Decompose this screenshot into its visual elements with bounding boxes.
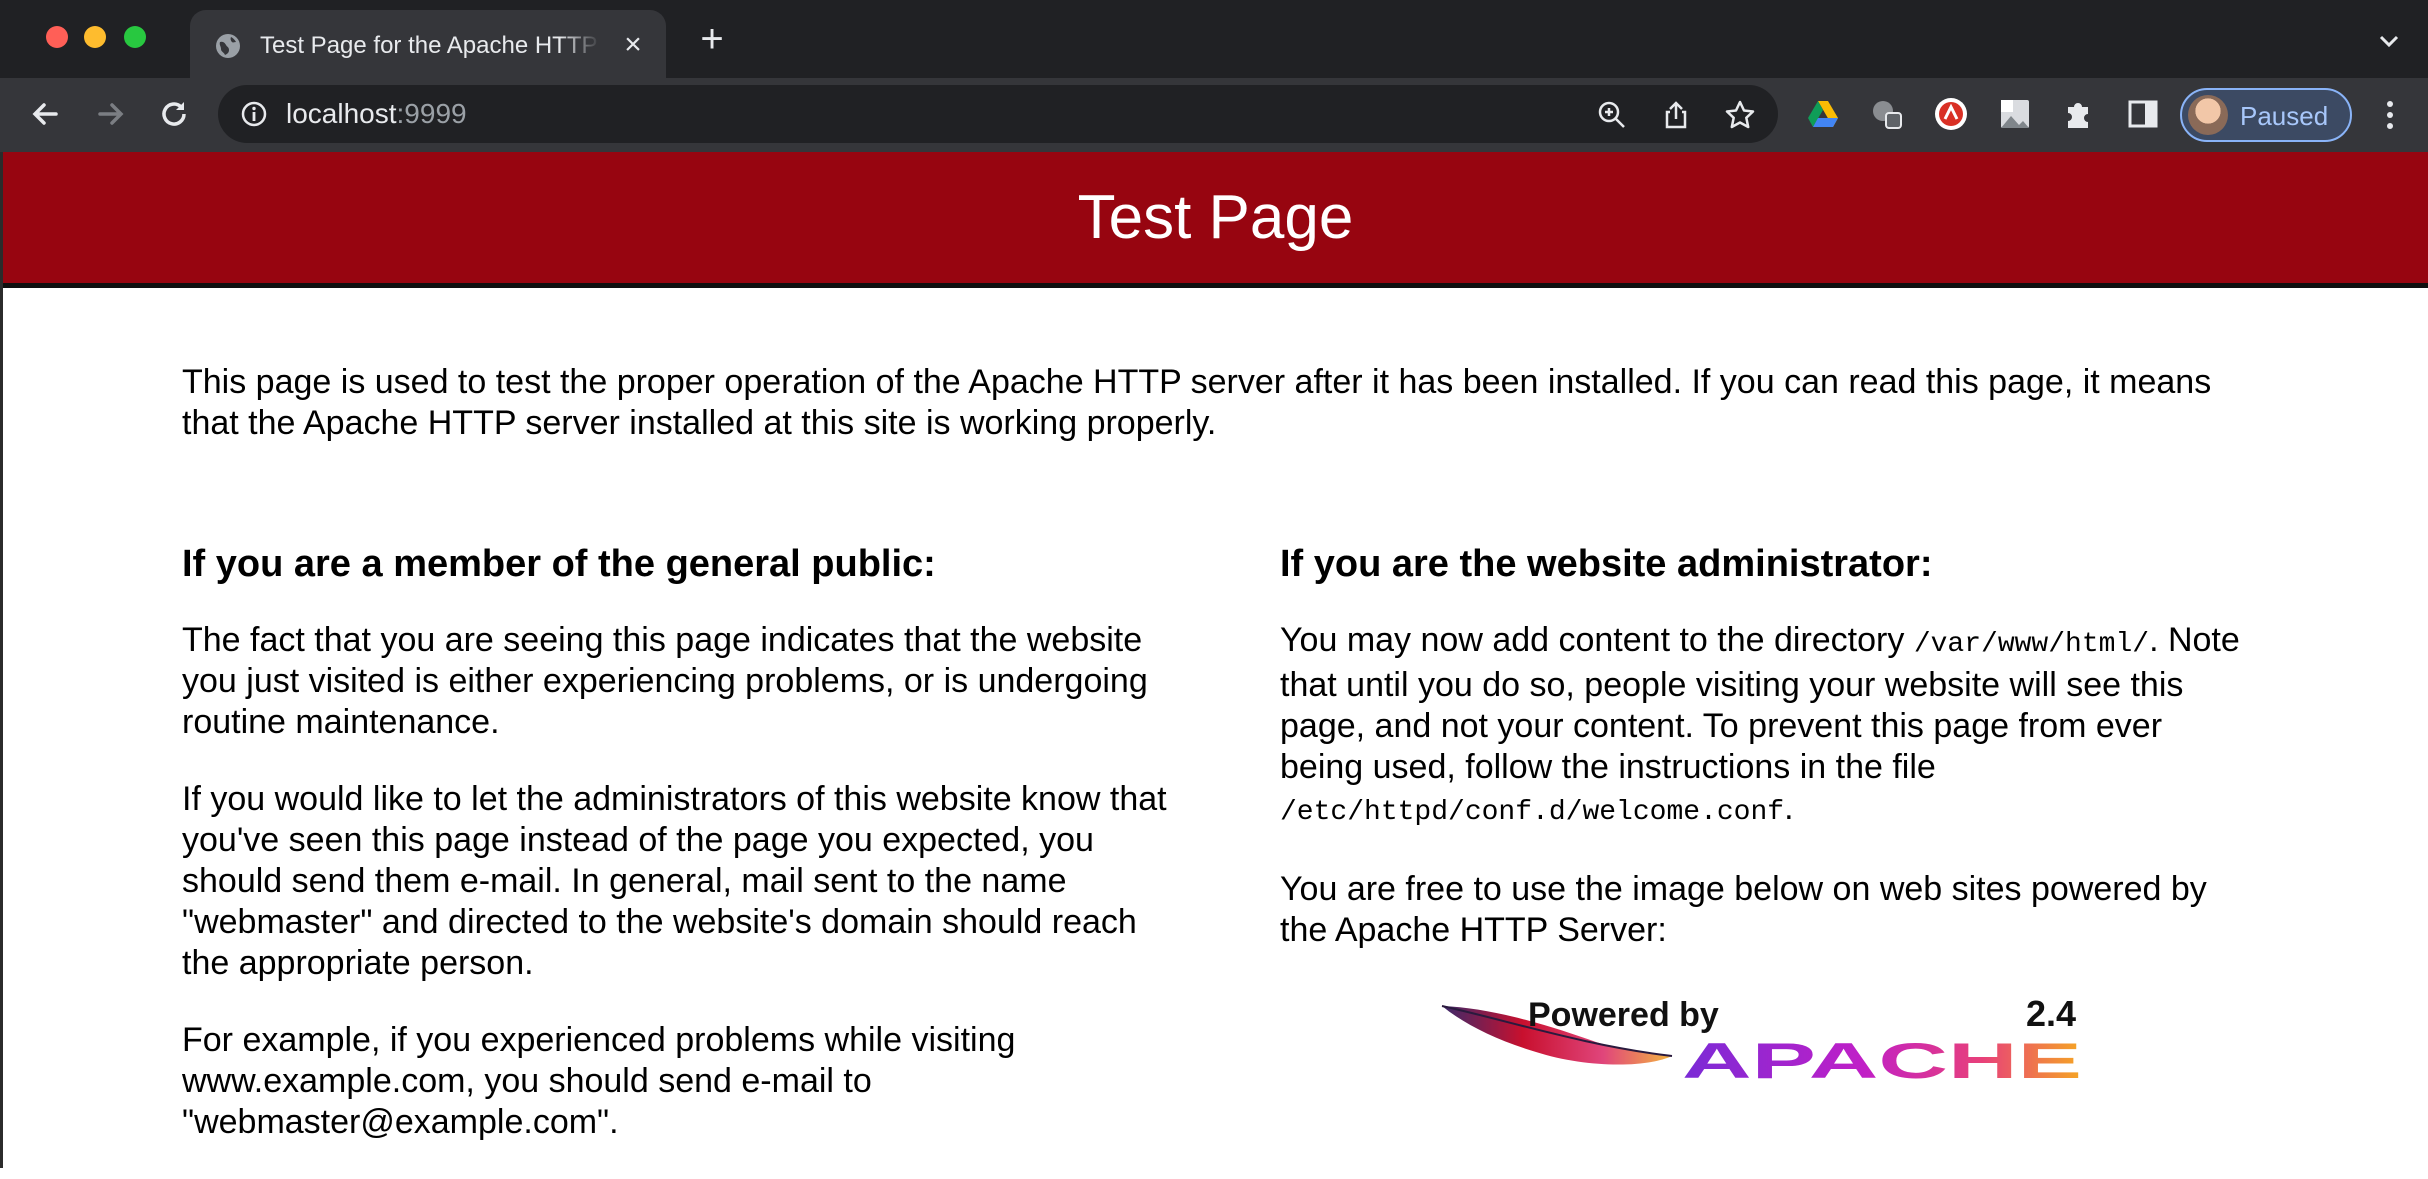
extensions-puzzle-icon[interactable] <box>2062 97 2096 131</box>
page-viewport: Test Page This page is used to test the … <box>0 152 2428 1168</box>
admin-paragraph-2: You are free to use the image below on w… <box>1280 870 2207 949</box>
public-paragraph-3: For example, if you experienced problems… <box>182 1021 1016 1141</box>
bookmark-star-icon[interactable] <box>1724 99 1756 131</box>
url-port: :9999 <box>396 98 467 129</box>
window-close-button[interactable] <box>46 26 68 48</box>
admin-section: If you are the website administrator: Yo… <box>1280 542 2240 987</box>
tab-active[interactable]: Test Page for the Apache HTTP Server × <box>190 10 666 78</box>
profile-status-label: Paused <box>2240 101 2329 131</box>
config-file-path: /etc/httpd/conf.d/welcome.conf <box>1280 797 1785 828</box>
avatar <box>2188 95 2228 135</box>
window-edge <box>0 152 3 1168</box>
more-menu-icon[interactable] <box>2380 96 2400 134</box>
page-title: Test Page <box>1077 183 1354 252</box>
logo-powered-by: Powered by <box>1528 996 1719 1034</box>
browser-toolbar: localhost:9999 Paused <box>0 78 2428 152</box>
profile-button[interactable]: Paused <box>2180 88 2352 142</box>
chevron-down-icon[interactable] <box>2374 26 2404 56</box>
tab-title: Test Page for the Apache HTTP Server <box>260 32 600 59</box>
url-text[interactable]: localhost:9999 <box>286 96 467 132</box>
extension-copy-icon[interactable] <box>1870 97 1904 131</box>
intro-paragraph: This page is used to test the proper ope… <box>182 363 2212 442</box>
zoom-icon[interactable] <box>1596 99 1628 131</box>
extension-image-icon[interactable] <box>1998 97 2032 131</box>
tab-close-icon[interactable]: × <box>618 30 648 60</box>
url-host: localhost <box>286 98 397 129</box>
window-maximize-button[interactable] <box>124 26 146 48</box>
back-arrow-icon[interactable] <box>26 94 66 134</box>
reload-icon[interactable] <box>154 94 194 134</box>
logo-version: 2.4 <box>2026 994 2076 1034</box>
side-panel-icon[interactable] <box>2126 97 2160 131</box>
admin-text: . <box>1784 789 1794 827</box>
window-minimize-button[interactable] <box>84 26 106 48</box>
public-paragraph-2: If you would like to let the administrat… <box>182 780 1167 982</box>
google-drive-icon[interactable] <box>1806 97 1840 131</box>
tab-strip: Test Page for the Apache HTTP Server × + <box>0 0 2428 78</box>
public-section: If you are a member of the general publi… <box>182 542 1182 1179</box>
share-icon[interactable] <box>1660 99 1692 131</box>
admin-heading: If you are the website administrator: <box>1280 543 1933 585</box>
extension-red-icon[interactable] <box>1934 97 1968 131</box>
admin-text: You may now add content to the directory <box>1280 621 1914 659</box>
admin-paragraph-1: You may now add content to the directory… <box>1280 620 2240 833</box>
globe-icon <box>216 34 240 58</box>
directory-path: /var/www/html/ <box>1913 629 2150 660</box>
new-tab-button[interactable]: + <box>694 19 730 59</box>
public-paragraph-1: The fact that you are seeing this page i… <box>182 621 1148 741</box>
page-banner: Test Page <box>3 152 2428 288</box>
logo-apache: APACHE <box>1682 1033 2082 1080</box>
forward-arrow-icon[interactable] <box>90 94 130 134</box>
site-info-icon[interactable] <box>240 100 268 128</box>
address-bar[interactable]: localhost:9999 <box>218 85 1778 143</box>
powered-by-apache-logo: Powered by 2.4 APACHE <box>1441 994 2082 1080</box>
public-heading: If you are a member of the general publi… <box>182 543 936 585</box>
